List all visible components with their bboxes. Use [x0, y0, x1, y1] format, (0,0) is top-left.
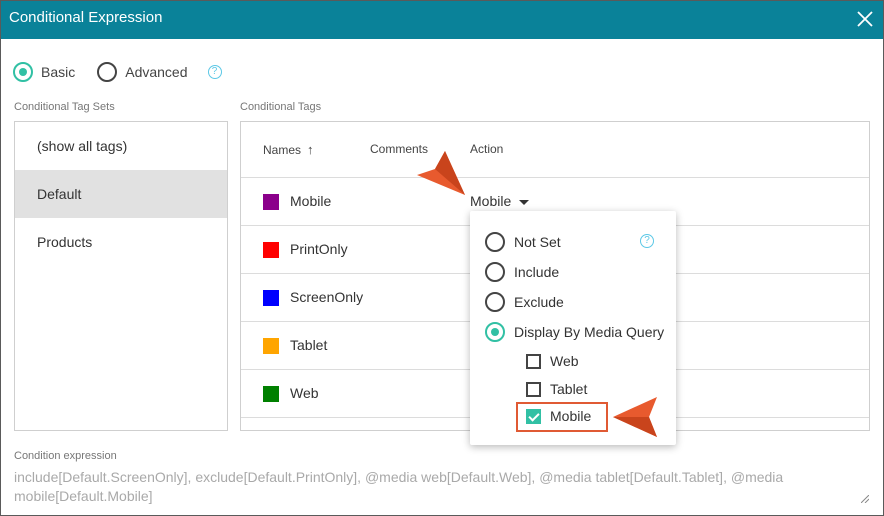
- not-set-label: Not Set: [514, 234, 561, 250]
- callout-arrow-icon: [613, 397, 657, 437]
- option-include[interactable]: Include: [485, 261, 559, 283]
- action-dropdown[interactable]: Mobile: [470, 193, 530, 209]
- sort-ascending-icon: ↑: [307, 142, 314, 157]
- advanced-label[interactable]: Advanced: [125, 64, 187, 80]
- expression-label: Condition expression: [14, 450, 117, 462]
- help-icon[interactable]: ?: [640, 234, 654, 248]
- media-web[interactable]: Web: [526, 351, 579, 371]
- media-query-radio[interactable]: [485, 322, 505, 342]
- tag-name: Mobile: [290, 193, 332, 209]
- dialog-titlebar: Conditional Expression: [1, 1, 883, 39]
- basic-label[interactable]: Basic: [41, 64, 75, 80]
- include-label: Include: [514, 264, 560, 280]
- tag-name: ScreenOnly: [290, 289, 364, 305]
- tag-set-item-products[interactable]: Products: [15, 218, 227, 266]
- names-header-label: Names: [263, 143, 302, 157]
- names-column-header[interactable]: Names ↑: [263, 142, 314, 157]
- tag-set-item-show-all[interactable]: (show all tags): [15, 122, 227, 170]
- action-value: Mobile: [470, 193, 512, 209]
- option-exclude[interactable]: Exclude: [485, 291, 564, 313]
- tablet-checkbox[interactable]: [526, 381, 541, 397]
- media-tablet[interactable]: Tablet: [526, 379, 587, 399]
- tags-label: Conditional Tags: [240, 101, 322, 113]
- mode-selector: Basic Advanced ?: [13, 61, 222, 83]
- tag-name: Web: [290, 385, 319, 401]
- not-set-radio[interactable]: [485, 232, 505, 252]
- close-icon[interactable]: [853, 7, 877, 31]
- dialog-title: Conditional Expression: [9, 9, 163, 26]
- help-icon[interactable]: ?: [207, 65, 222, 79]
- web-checkbox[interactable]: [526, 353, 541, 369]
- option-media-query[interactable]: Display By Media Query: [485, 321, 664, 343]
- exclude-label: Exclude: [514, 294, 564, 310]
- color-swatch: [263, 338, 279, 354]
- web-label: Web: [550, 353, 579, 369]
- tag-sets-label: Conditional Tag Sets: [14, 101, 115, 113]
- callout-arrow-icon: [417, 151, 465, 195]
- color-swatch: [263, 242, 279, 258]
- color-swatch: [263, 386, 279, 402]
- include-radio[interactable]: [485, 262, 505, 282]
- advanced-radio[interactable]: [97, 62, 118, 82]
- exclude-radio[interactable]: [485, 292, 505, 312]
- color-swatch: [263, 290, 279, 306]
- action-column-header: Action: [470, 142, 504, 156]
- expression-textarea[interactable]: include[Default.ScreenOnly], exclude[Def…: [14, 468, 874, 508]
- tag-name: Tablet: [290, 337, 328, 353]
- conditional-expression-dialog: Conditional Expression Basic Advanced ? …: [0, 0, 884, 516]
- resize-handle-icon[interactable]: [861, 495, 869, 503]
- basic-radio[interactable]: [13, 62, 33, 82]
- media-query-label: Display By Media Query: [514, 324, 665, 340]
- tag-name: PrintOnly: [290, 241, 348, 257]
- option-not-set[interactable]: Not Set: [485, 231, 561, 253]
- mobile-highlight-box: [516, 402, 608, 432]
- tag-set-item-default[interactable]: Default: [15, 170, 227, 218]
- tag-sets-list: (show all tags) Default Products: [14, 121, 228, 431]
- tablet-label: Tablet: [550, 381, 588, 397]
- color-swatch: [263, 194, 279, 210]
- caret-down-icon: [519, 199, 530, 205]
- tags-table-header: Names ↑ Comments Action: [241, 122, 869, 178]
